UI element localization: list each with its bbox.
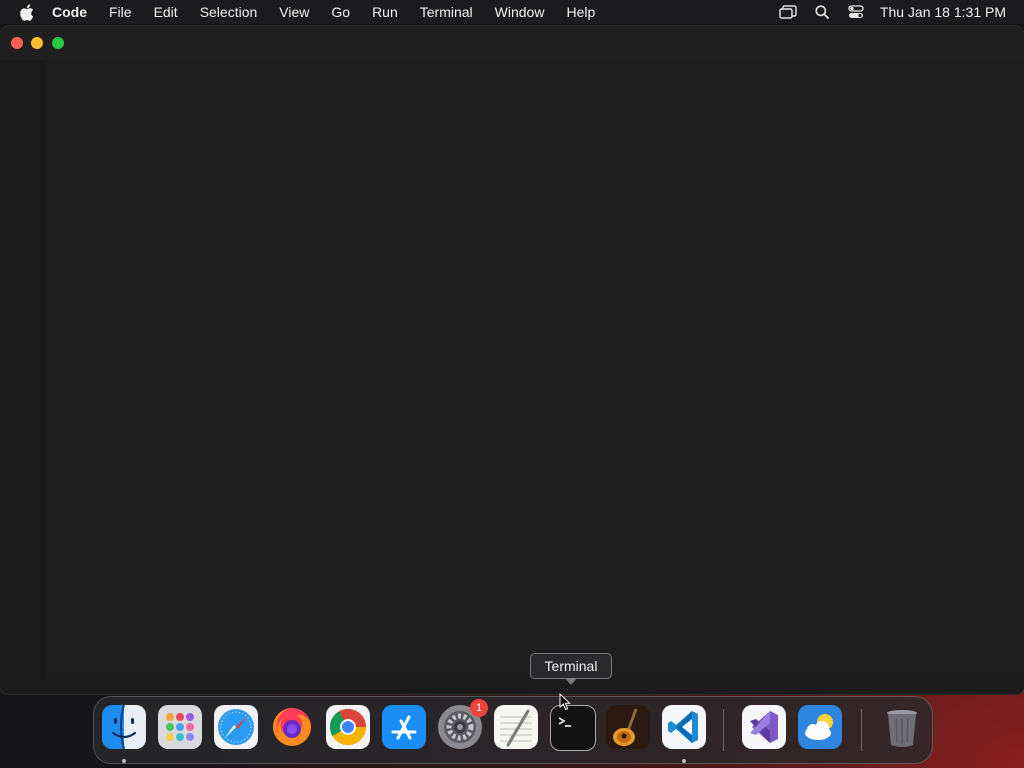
menu-window[interactable]: Window — [495, 0, 545, 24]
dock-tooltip: Terminal — [530, 653, 612, 685]
dock-app-safari[interactable] — [214, 705, 258, 749]
garageband-icon — [606, 705, 650, 749]
dock-app-vscode[interactable] — [662, 705, 706, 749]
dock: 1 — [93, 696, 933, 764]
menu-help[interactable]: Help — [566, 0, 595, 24]
dock-running-indicator — [682, 759, 686, 763]
dock-app-chrome[interactable] — [326, 705, 370, 749]
dock-app-garageband[interactable] — [606, 705, 650, 749]
dock-separator — [723, 709, 724, 751]
status-bar — [0, 678, 1024, 694]
notification-badge: 1 — [470, 699, 488, 717]
menu-app-name[interactable]: Code — [52, 0, 87, 24]
safari-icon — [218, 709, 254, 745]
window-close-button[interactable] — [11, 37, 23, 49]
dock-app-visual-studio[interactable] — [742, 705, 786, 749]
window-zoom-button[interactable] — [52, 37, 64, 49]
menu-terminal[interactable]: Terminal — [420, 0, 473, 24]
menu-file[interactable]: File — [109, 0, 132, 24]
menu-selection[interactable]: Selection — [200, 0, 258, 24]
activity-bar — [0, 60, 47, 678]
dock-app-launchpad[interactable] — [158, 705, 202, 749]
mouse-cursor-icon — [559, 693, 571, 711]
dock-app-trash[interactable] — [880, 705, 924, 749]
menu-edit[interactable]: Edit — [154, 0, 178, 24]
control-center-icon[interactable] — [846, 3, 866, 21]
apple-menu-icon[interactable] — [18, 3, 34, 21]
dock-app-terminal[interactable] — [550, 705, 596, 751]
visual-studio-icon — [750, 711, 778, 743]
dock-app-system-settings[interactable]: 1 — [438, 699, 488, 749]
dock-separator — [861, 709, 862, 751]
finder-icon — [102, 704, 146, 750]
menu-go[interactable]: Go — [331, 0, 350, 24]
dock-app-textedit[interactable] — [494, 705, 538, 749]
dock-app-app-store[interactable] — [382, 705, 426, 749]
menu-bar: Code File Edit Selection View Go Run Ter… — [0, 0, 1024, 24]
dock-app-finder[interactable] — [102, 704, 146, 750]
app-window — [0, 26, 1024, 694]
vscode-icon — [668, 711, 698, 743]
menu-run[interactable]: Run — [372, 0, 398, 24]
weather-icon — [805, 714, 833, 740]
launchpad-icon — [166, 713, 194, 741]
chrome-icon — [329, 708, 366, 746]
dock-app-firefox[interactable] — [270, 705, 314, 749]
textedit-icon — [500, 709, 532, 747]
window-minimize-button[interactable] — [31, 37, 43, 49]
editor-area[interactable] — [46, 60, 1024, 694]
screen-mirroring-icon[interactable] — [778, 3, 798, 21]
terminal-icon — [558, 717, 571, 727]
dock-running-indicator — [122, 759, 126, 763]
menu-view[interactable]: View — [279, 0, 309, 24]
search-icon[interactable] — [812, 3, 832, 21]
dock-app-weather[interactable] — [798, 705, 842, 749]
firefox-icon — [273, 708, 311, 746]
trash-icon — [887, 710, 917, 747]
app-store-icon — [391, 715, 417, 740]
window-titlebar[interactable] — [0, 26, 1024, 60]
menu-clock[interactable]: Thu Jan 18 1:31 PM — [880, 4, 1006, 20]
